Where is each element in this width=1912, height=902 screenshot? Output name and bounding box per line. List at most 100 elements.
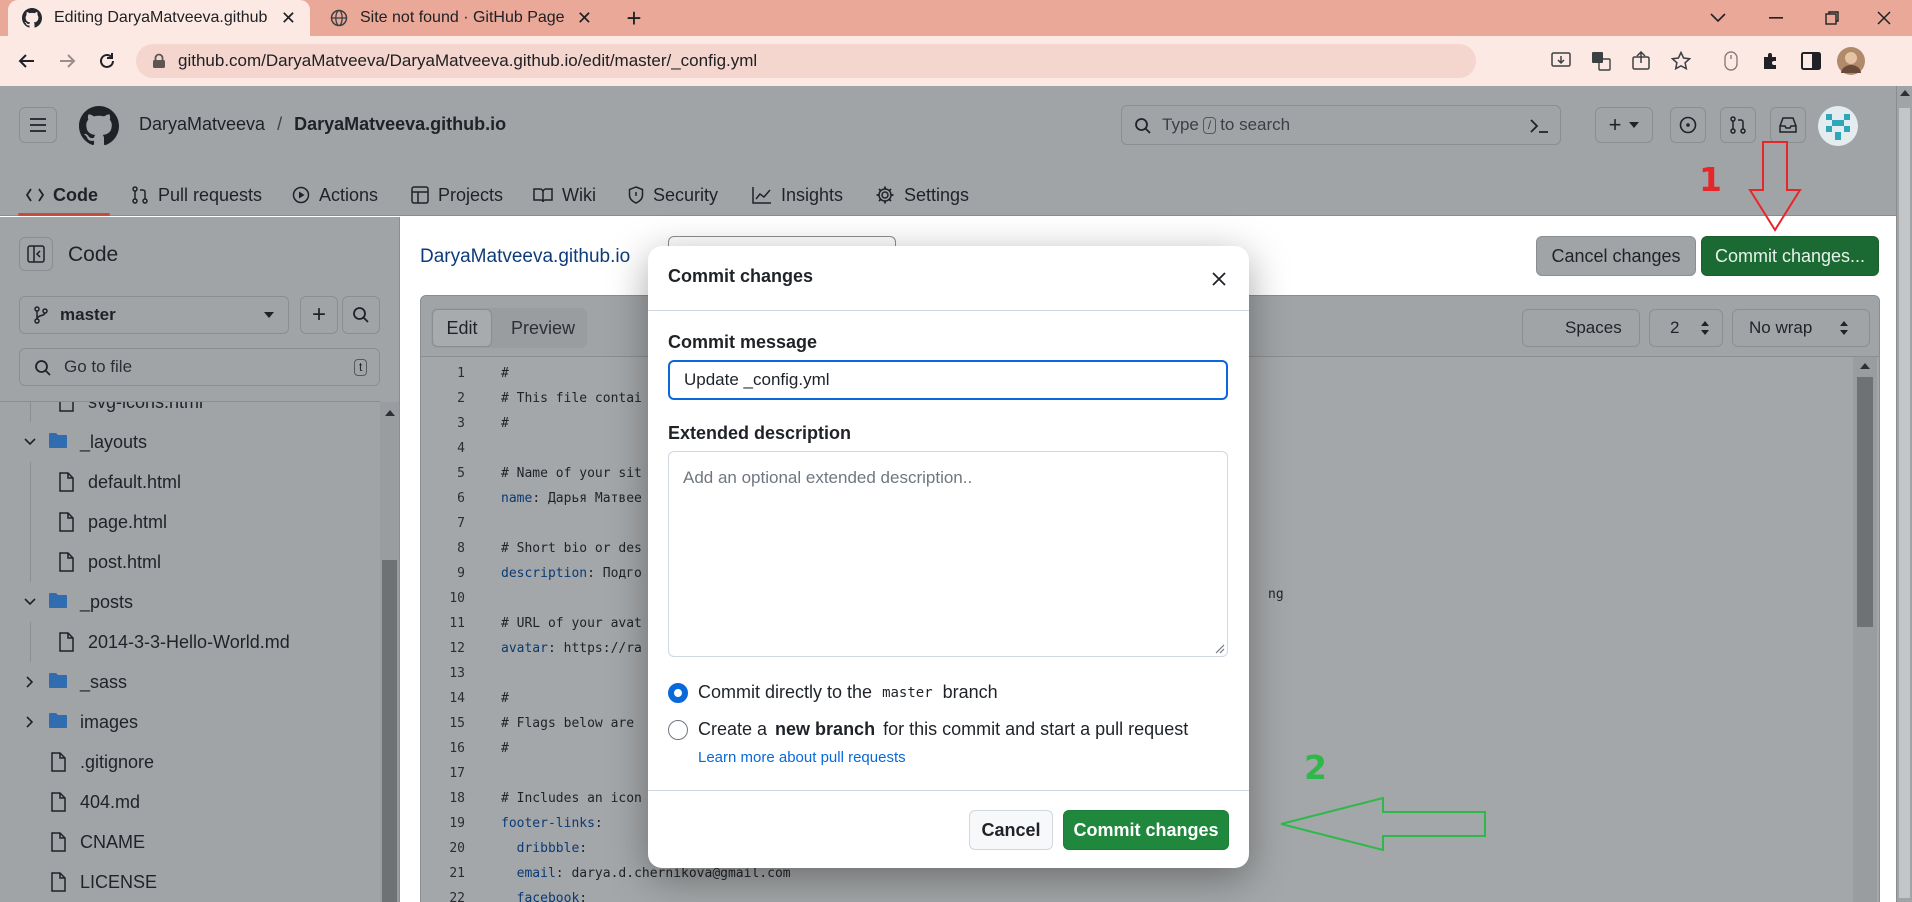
commit-message-input[interactable]: Update _config.yml <box>668 360 1228 400</box>
tab-wiki[interactable]: Wiki <box>533 174 596 216</box>
restore-button[interactable] <box>1804 0 1860 36</box>
side-panel-icon[interactable] <box>1794 44 1828 78</box>
tree-scrollbar-thumb[interactable] <box>382 560 397 902</box>
tab-security[interactable]: Security <box>628 174 718 216</box>
pull-requests-button[interactable] <box>1720 107 1756 143</box>
back-arrow-icon[interactable] <box>10 44 44 78</box>
new-branch-option[interactable]: Create a new branch for this commit and … <box>668 719 1188 740</box>
tab-close-icon[interactable]: ✕ <box>281 8 296 29</box>
tab-title: Editing DaryaMatveeva.github.io/ <box>54 9 269 26</box>
code-line: # This file contai <box>501 391 642 406</box>
hamburger-menu-button[interactable] <box>19 107 57 143</box>
tree-item[interactable]: 404.md <box>0 782 380 822</box>
search-input[interactable]: Type / to search <box>1121 105 1561 145</box>
tab-code[interactable]: Code <box>26 174 98 216</box>
tab-edit[interactable]: Edit <box>432 309 492 347</box>
code-line: # URL of your avat <box>501 616 642 631</box>
radio-commit-directly[interactable] <box>668 682 688 703</box>
tree-item[interactable]: _layouts <box>0 422 380 462</box>
browser-tab-editing[interactable]: Editing DaryaMatveeva.github.io/ ✕ <box>8 0 310 36</box>
line-number: 15 <box>449 716 465 731</box>
extensions-puzzle-icon[interactable] <box>1754 44 1788 78</box>
learn-more-link[interactable]: Learn more about pull requests <box>698 749 906 766</box>
command-palette-icon[interactable] <box>1528 117 1550 135</box>
reload-icon[interactable] <box>90 44 124 78</box>
tree-item[interactable]: LICENSE <box>0 862 380 902</box>
scroll-up-arrow-icon[interactable] <box>1860 363 1870 369</box>
tree-item[interactable]: .gitignore <box>0 742 380 782</box>
tab-search-chevron-icon[interactable] <box>1690 0 1746 36</box>
tree-indent-guide <box>30 622 31 662</box>
tab-preview[interactable]: Preview <box>501 309 585 347</box>
search-icon <box>35 360 51 376</box>
tree-item[interactable]: 2014-3-3-Hello-World.md <box>0 622 380 662</box>
page-scrollbar[interactable] <box>1896 86 1912 902</box>
scroll-up-arrow-icon[interactable] <box>385 410 395 416</box>
create-new-button[interactable]: + <box>1595 107 1653 143</box>
add-file-button[interactable]: + <box>300 296 338 334</box>
chevron-down-icon[interactable] <box>24 598 36 606</box>
minimize-button[interactable] <box>1748 0 1804 36</box>
commit-changes-button[interactable]: Commit changes <box>1063 810 1229 850</box>
tree-item[interactable]: _posts <box>0 582 380 622</box>
inbox-button[interactable] <box>1770 107 1806 143</box>
forward-arrow-icon[interactable] <box>50 44 84 78</box>
tab-pull-requests[interactable]: Pull requests <box>131 174 262 216</box>
branch-selector[interactable]: master <box>19 296 289 334</box>
profile-avatar[interactable] <box>1834 44 1868 78</box>
collapse-panel-button[interactable] <box>19 237 53 271</box>
tab-insights[interactable]: Insights <box>752 174 843 216</box>
resize-handle-icon[interactable] <box>1215 644 1225 654</box>
tab-actions[interactable]: Actions <box>292 174 378 216</box>
new-tab-button[interactable]: + <box>620 3 648 33</box>
lock-icon <box>153 53 165 68</box>
editor-breadcrumb[interactable]: DaryaMatveeva.github.io <box>420 246 630 268</box>
chevron-right-icon[interactable] <box>26 716 34 728</box>
commit-directly-option[interactable]: Commit directly to the master branch <box>668 682 998 703</box>
tree-item[interactable]: svg-icons.html <box>0 402 380 422</box>
address-bar[interactable]: github.com/DaryaMatveeva/DaryaMatveeva.g… <box>136 44 1476 78</box>
tab-label: Pull requests <box>158 184 263 205</box>
cancel-button[interactable]: Cancel <box>969 810 1053 850</box>
browser-tab-site-not-found[interactable]: Site not found · GitHub Pages ✕ <box>316 0 606 36</box>
chevron-down-icon[interactable] <box>24 438 36 446</box>
close-icon[interactable] <box>1212 272 1226 286</box>
user-avatar[interactable] <box>1818 106 1858 146</box>
bookmark-star-icon[interactable] <box>1664 44 1698 78</box>
tree-item[interactable]: CNAME <box>0 822 380 862</box>
tab-close-icon[interactable]: ✕ <box>577 8 592 29</box>
chevron-right-icon[interactable] <box>26 676 34 688</box>
folder-icon <box>49 593 67 608</box>
tab-projects[interactable]: Projects <box>411 174 503 216</box>
commit-changes-header-button[interactable]: Commit changes... <box>1701 236 1879 276</box>
radio-new-branch[interactable] <box>668 719 688 740</box>
step-2-label: 2 <box>1304 748 1327 787</box>
tree-item[interactable]: images <box>0 702 380 742</box>
indent-size-select[interactable]: 2 <box>1649 309 1723 347</box>
scroll-up-arrow-icon[interactable] <box>1900 90 1910 96</box>
repo-link[interactable]: DaryaMatveeva.github.io <box>294 114 506 135</box>
owner-link[interactable]: DaryaMatveeva <box>139 114 265 135</box>
tab-settings[interactable]: Settings <box>875 174 969 216</box>
cancel-changes-button[interactable]: Cancel changes <box>1536 236 1696 276</box>
editor-scrollbar-thumb[interactable] <box>1857 377 1873 627</box>
close-window-button[interactable] <box>1856 0 1912 36</box>
issues-button[interactable] <box>1670 107 1706 143</box>
editor-scrollbar[interactable] <box>1853 357 1877 902</box>
share-icon[interactable] <box>1624 44 1658 78</box>
extension-mouse-icon[interactable] <box>1714 44 1748 78</box>
tree-item[interactable]: page.html <box>0 502 380 542</box>
go-to-file-input[interactable]: Go to file t <box>19 348 380 386</box>
tree-item[interactable]: _sass <box>0 662 380 702</box>
tree-item[interactable]: default.html <box>0 462 380 502</box>
wrap-mode-select[interactable]: No wrap <box>1732 309 1870 347</box>
extended-description-textarea[interactable]: Add an optional extended description.. <box>668 451 1228 657</box>
tree-scrollbar[interactable] <box>380 402 399 902</box>
translate-icon[interactable] <box>1584 44 1618 78</box>
indent-mode-select[interactable]: Spaces <box>1522 309 1640 347</box>
install-app-icon[interactable] <box>1544 44 1578 78</box>
search-files-button[interactable] <box>342 296 380 334</box>
tree-item[interactable]: post.html <box>0 542 380 582</box>
page-scrollbar-thumb[interactable] <box>1899 108 1910 898</box>
github-logo-icon[interactable] <box>79 106 119 146</box>
